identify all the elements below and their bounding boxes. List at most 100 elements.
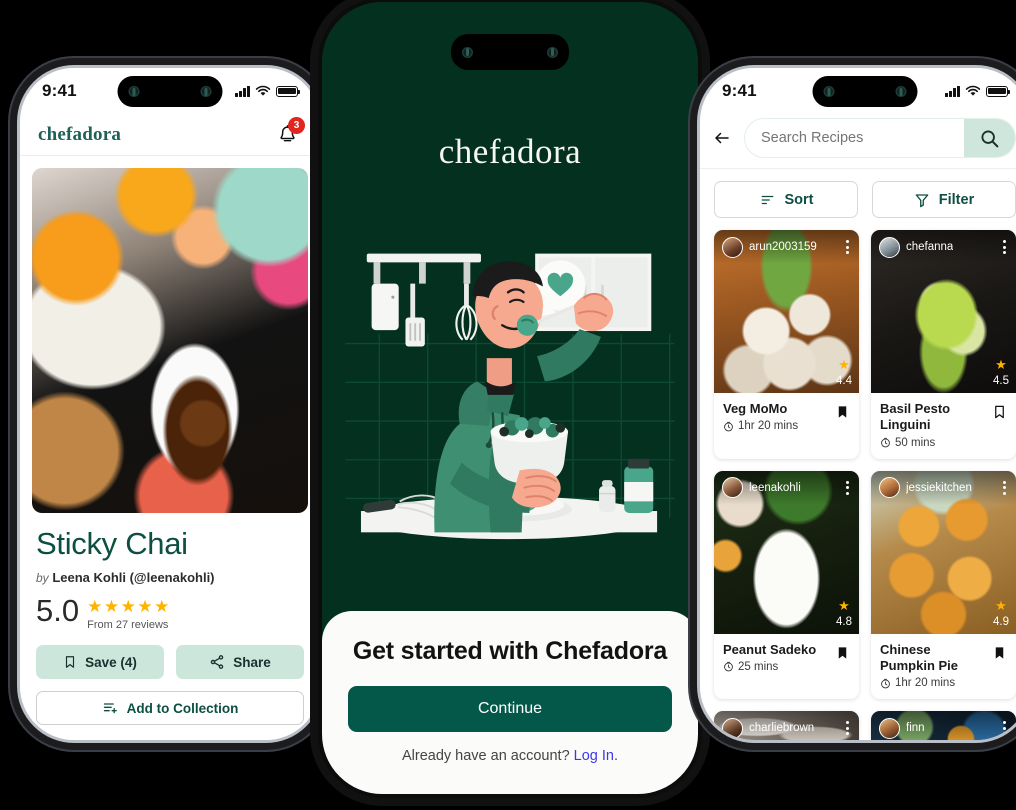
status-indicators: [945, 85, 1011, 97]
search-submit-button[interactable]: [964, 119, 1015, 157]
chefadora-logo: chefadora: [38, 123, 122, 145]
card-footer: Basil Pesto Linguini 50 mins: [871, 393, 1016, 459]
collection-label: Add to Collection: [126, 700, 239, 716]
search-input[interactable]: [745, 119, 964, 157]
cook-time-text: 25 mins: [738, 660, 779, 673]
cook-time: 25 mins: [723, 661, 829, 673]
log-in-link[interactable]: Log In: [574, 748, 614, 764]
card-footer: Chinese Pumpkin Pie 1hr 20 mins: [871, 634, 1016, 700]
filter-funnel-icon: [915, 193, 929, 207]
back-arrow-icon: [715, 132, 729, 144]
filter-button[interactable]: Filter: [872, 181, 1016, 218]
continue-button[interactable]: Continue: [348, 686, 672, 732]
back-button[interactable]: [710, 129, 734, 147]
continue-label: Continue: [477, 700, 543, 717]
phone-right-search-results: 9:41 Search Recipes Sort Filter arun2003…: [700, 68, 1016, 740]
card-author-bar: charliebrown: [714, 711, 859, 740]
kebab-menu-icon[interactable]: [844, 238, 851, 256]
sort-button[interactable]: Sort: [714, 181, 858, 218]
author-username: charliebrown: [749, 722, 815, 734]
cook-time-text: 1hr 20 mins: [738, 420, 799, 433]
kebab-menu-icon[interactable]: [844, 719, 851, 737]
action-buttons: Save (4) Share: [36, 645, 304, 680]
dynamic-island: [117, 76, 223, 107]
bookmark-outline-icon[interactable]: [992, 401, 1007, 426]
status-time: 9:41: [722, 81, 757, 100]
cook-time-text: 1hr 20 mins: [895, 677, 956, 689]
author-username: finn: [906, 722, 925, 734]
recipe-photo: charliebrown: [714, 711, 859, 740]
recipe-card[interactable]: jessiekitchen ★ 4.9 Chinese Pumpkin Pie 1hr …: [871, 470, 1016, 700]
rating-value: 4.4: [836, 375, 852, 387]
recipe-hero-image: [32, 168, 308, 513]
recipe-card[interactable]: chefanna ★ 4.5 Basil Pesto Linguini 50 mins: [871, 230, 1016, 459]
share-label: Share: [233, 654, 271, 670]
recipe-card-partial[interactable]: charliebrown: [714, 711, 859, 740]
star-icon: ★: [838, 357, 850, 372]
notifications-button[interactable]: 3: [272, 116, 305, 150]
sensor-icon: [547, 46, 558, 58]
sort-icon: [761, 195, 773, 204]
recipe-details: Sticky Chai by Leena Kohli (@leenakohli)…: [20, 513, 320, 726]
recipe-card[interactable]: leenakohli ★ 4.8 Peanut Sadeko 25 mins: [714, 470, 859, 699]
add-to-collection-button[interactable]: Add to Collection: [36, 691, 304, 726]
card-author-bar: jessiekitchen: [871, 470, 1016, 505]
rating-value: 4.9: [993, 615, 1009, 628]
phone-middle-onboarding: chefadora Get started with Chefadora Con…: [322, 2, 698, 794]
recipe-photo: chefanna ★ 4.5: [871, 230, 1016, 393]
rating-block: 5.0 ★★★★★ From 27 reviews: [36, 593, 304, 631]
card-author-bar: finn: [871, 711, 1016, 740]
rating-value: 4.5: [993, 375, 1009, 387]
save-button[interactable]: Save (4): [36, 645, 164, 680]
kebab-menu-icon[interactable]: [1001, 479, 1008, 497]
card-author-bar: leenakohli: [714, 470, 859, 505]
recipe-author: by Leena Kohli (@leenakohli): [36, 570, 304, 585]
avatar: [879, 236, 900, 258]
recipe-photo: leenakohli ★ 4.8: [714, 470, 859, 634]
kebab-menu-icon[interactable]: [1001, 719, 1008, 737]
star-icon: ★: [995, 357, 1007, 372]
kebab-menu-icon[interactable]: [844, 479, 851, 497]
rating-value: 5.0: [36, 593, 80, 629]
avatar: [722, 717, 743, 739]
left-app-header: chefadora 3: [20, 114, 320, 156]
author-username: arun2003159: [749, 241, 817, 253]
rating-chip: ★ 4.9: [993, 599, 1009, 630]
camera-icon: [823, 86, 835, 97]
sheet-title: Get started with Chefadora: [352, 637, 668, 665]
recipe-card-partial[interactable]: finn: [871, 711, 1016, 740]
cook-time: 50 mins: [880, 437, 986, 449]
screenshot-stage: 9:41 chefadora 3 Sticky Chai by Leena Ko…: [0, 0, 1016, 810]
sensor-icon: [895, 86, 907, 97]
rating-chip: ★ 4.8: [836, 599, 852, 630]
sensor-icon: [200, 86, 212, 97]
period: .: [614, 748, 619, 764]
avatar: [879, 717, 900, 739]
recipe-title: Veg MoMo: [723, 401, 788, 416]
avatar: [879, 477, 900, 498]
left-screen: 9:41 chefadora 3 Sticky Chai by Leena Ko…: [20, 68, 320, 740]
mid-screen: chefadora Get started with Chefadora Con…: [322, 2, 698, 794]
by-prefix: by: [36, 571, 49, 586]
bookmark-icon: [66, 656, 75, 668]
author-username: chefanna: [906, 241, 954, 253]
login-prompt: Already have an account? Log In.: [348, 748, 672, 764]
recipe-card[interactable]: arun2003159 ★ 4.4 Veg MoMo 1hr 20 mins: [714, 230, 859, 459]
camera-icon: [128, 86, 140, 97]
account-text: Already have an account?: [401, 748, 574, 764]
avatar: [722, 477, 743, 498]
bookmark-filled-icon[interactable]: [992, 642, 1007, 667]
bookmark-filled-icon[interactable]: [835, 401, 850, 426]
clock-icon: [724, 421, 733, 432]
wifi-icon: [255, 85, 271, 96]
save-label: Save (4): [85, 654, 137, 670]
kebab-menu-icon[interactable]: [1001, 238, 1008, 256]
recipe-title: Peanut Sadeko: [723, 641, 817, 657]
search-bar-row: [700, 114, 1016, 168]
bookmark-filled-icon[interactable]: [835, 642, 850, 667]
dynamic-island: [451, 34, 569, 70]
notification-badge: 3: [288, 116, 305, 134]
cellular-bars-icon: [945, 85, 960, 97]
card-author-bar: arun2003159: [714, 230, 859, 264]
share-button[interactable]: Share: [176, 645, 304, 680]
